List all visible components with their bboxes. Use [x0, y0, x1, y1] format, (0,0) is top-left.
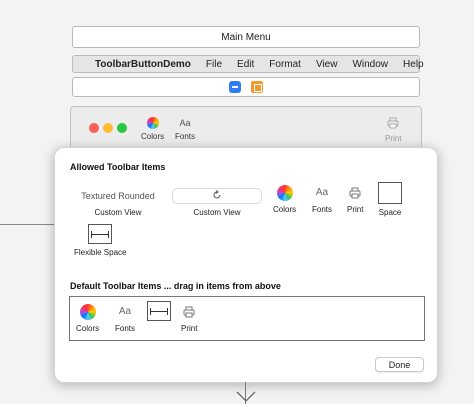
chevron-down-icon [236, 391, 256, 402]
palette-item-label: Flexible Space [74, 248, 127, 257]
default-flexible-space-item[interactable] [147, 301, 171, 321]
palette-fonts-item[interactable]: Aa Fonts [312, 185, 332, 214]
zoom-window-icon [117, 123, 127, 133]
menu-item-window[interactable]: Window [352, 59, 388, 70]
palette-item-label: Custom View [94, 208, 142, 217]
palette-print-item[interactable]: Print [347, 185, 363, 214]
toolbar-print-item[interactable]: Print [385, 117, 401, 143]
toolbar-print-label: Print [385, 134, 402, 143]
palette-textured-rounded-item[interactable]: Textured Rounded Custom View [72, 188, 164, 217]
custom-view-control[interactable] [172, 188, 262, 204]
menu-item-format[interactable]: Format [269, 59, 301, 70]
default-items-title: Default Toolbar Items ... drag in items … [70, 281, 281, 291]
palette-item-label: Custom View [193, 208, 241, 217]
palette-custom-view-item[interactable]: Custom View [172, 188, 262, 217]
default-fonts-item[interactable]: Aa Fonts [115, 304, 135, 333]
done-button[interactable]: Done [375, 357, 424, 372]
palette-item-label: Print [347, 205, 364, 214]
palette-item-label: Space [378, 208, 402, 217]
refresh-icon [212, 189, 222, 203]
print-icon [387, 117, 399, 131]
palette-item-label: Colors [273, 205, 297, 214]
close-window-icon [89, 123, 99, 133]
default-item-label: Colors [76, 324, 100, 333]
main-menu-object[interactable]: Main Menu [72, 26, 420, 48]
cube-icon[interactable] [251, 81, 263, 93]
default-colors-item[interactable]: Colors [76, 304, 99, 333]
print-icon [181, 304, 197, 320]
minimize-window-icon [103, 123, 113, 133]
color-wheel-icon [79, 304, 96, 320]
space-icon [378, 182, 402, 204]
default-item-label: Fonts [115, 324, 136, 333]
menu-bar[interactable]: ToolbarButtonDemo File Edit Format View … [72, 55, 424, 73]
flexible-space-icon [88, 224, 113, 244]
scene-dock [72, 77, 420, 97]
toolbar-colors-label: Colors [141, 132, 165, 141]
palette-colors-item[interactable]: Colors [273, 185, 296, 214]
menu-item-app[interactable]: ToolbarButtonDemo [95, 59, 191, 70]
customize-toolbar-sheet: Allowed Toolbar Items Textured Rounded C… [54, 147, 438, 383]
color-wheel-icon [146, 117, 159, 129]
fonts-icon: Aa [118, 306, 132, 317]
palette-flexible-space-item[interactable]: Flexible Space [74, 224, 126, 257]
main-menu-label: Main Menu [221, 31, 271, 43]
menu-item-file[interactable]: File [206, 59, 222, 70]
toolbar-fonts-item[interactable]: Aa Fonts [175, 117, 195, 141]
textured-rounded-button[interactable]: Textured Rounded [72, 188, 164, 204]
print-icon [347, 185, 363, 201]
default-item-label: Print [181, 324, 198, 333]
menu-item-view[interactable]: View [316, 59, 338, 70]
connection-line [0, 224, 54, 225]
fonts-icon: Aa [179, 118, 191, 128]
menu-item-help[interactable]: Help [403, 59, 424, 70]
window-icon[interactable] [229, 81, 241, 93]
toolbar-fonts-label: Fonts [175, 132, 196, 141]
allowed-items-title: Allowed Toolbar Items [70, 162, 166, 172]
default-toolbar-drop-area[interactable]: Colors Aa Fonts Print [69, 296, 425, 341]
palette-space-item[interactable]: Space [378, 182, 402, 217]
toolbar-colors-item[interactable]: Colors [141, 117, 164, 141]
color-wheel-icon [276, 185, 293, 201]
default-print-item[interactable]: Print [181, 304, 197, 333]
fonts-icon: Aa [315, 187, 329, 198]
flexible-space-icon [147, 301, 171, 321]
palette-item-label: Fonts [312, 205, 333, 214]
menu-item-edit[interactable]: Edit [237, 59, 254, 70]
